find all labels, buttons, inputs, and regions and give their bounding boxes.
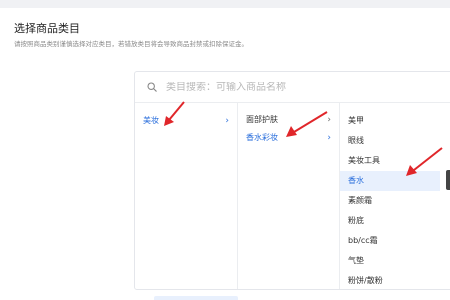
category-column-level1: 美妆 › [135,103,238,289]
category-item-label: 美甲 [348,116,364,125]
category-item-label: 美妆工具 [348,156,380,165]
search-icon [147,82,157,92]
top-bar [0,0,450,8]
category-item-foundation[interactable]: 粉底 [340,211,440,231]
category-search-bar[interactable] [135,72,450,103]
chevron-right-icon: › [327,133,331,143]
category-item-label: bb/cc霜 [348,236,378,245]
category-item-label: 香水彩妆 [246,133,278,142]
section-title: 选择商品类目 [14,22,80,35]
page: 选择商品类目 请按照商品类别谨慎选择对应类目，若错放类目将会导致商品封禁或扣除保… [0,0,450,300]
category-item-label: 香水 [348,176,364,185]
section-description: 请按照商品类别谨慎选择对应类目，若错放类目将会导致商品封禁或扣除保证金。 [14,40,248,48]
category-item-cushion[interactable]: 气垫 [340,251,440,271]
bottom-button[interactable] [154,296,238,300]
category-item-label: 素颜霜 [348,196,372,205]
side-scroll-handle[interactable] [446,170,450,190]
category-item-perfume[interactable]: 香水 [340,171,440,191]
category-item-tone-up-cream[interactable]: 素颜霜 [340,191,440,211]
category-item-perfume-makeup[interactable]: 香水彩妆 › [238,129,339,147]
chevron-right-icon: › [327,115,331,125]
category-item-bb-cc-cream[interactable]: bb/cc霜 [340,231,440,251]
category-item-face-skincare[interactable]: 面部护肤 › [238,111,339,129]
category-column-level2: 面部护肤 › 香水彩妆 › [238,103,340,289]
category-item-makeup[interactable]: 美妆 › [135,111,237,131]
category-item-label: 美妆 [143,116,159,125]
category-item-label: 眼线 [348,136,364,145]
category-item-makeup-tools[interactable]: 美妆工具 [340,151,440,171]
category-search-input[interactable] [166,81,366,93]
category-item-label: 粉底 [348,216,364,225]
chevron-right-icon: › [225,116,229,126]
category-column-level3: 美甲 眼线 美妆工具 香水 素颜霜 粉底 bb/cc霜 气垫 粉饼/散粉 [340,103,440,289]
category-item-pressed-powder[interactable]: 粉饼/散粉 [340,271,440,291]
category-item-label: 粉饼/散粉 [348,276,383,285]
category-cascader: 美妆 › 面部护肤 › 香水彩妆 › 美甲 眼线 美妆工具 香水 素颜霜 粉底 … [134,71,450,290]
category-item-label: 面部护肤 [246,115,278,124]
category-item-label: 气垫 [348,256,364,265]
category-item-nail[interactable]: 美甲 [340,111,440,131]
category-item-eyeliner[interactable]: 眼线 [340,131,440,151]
